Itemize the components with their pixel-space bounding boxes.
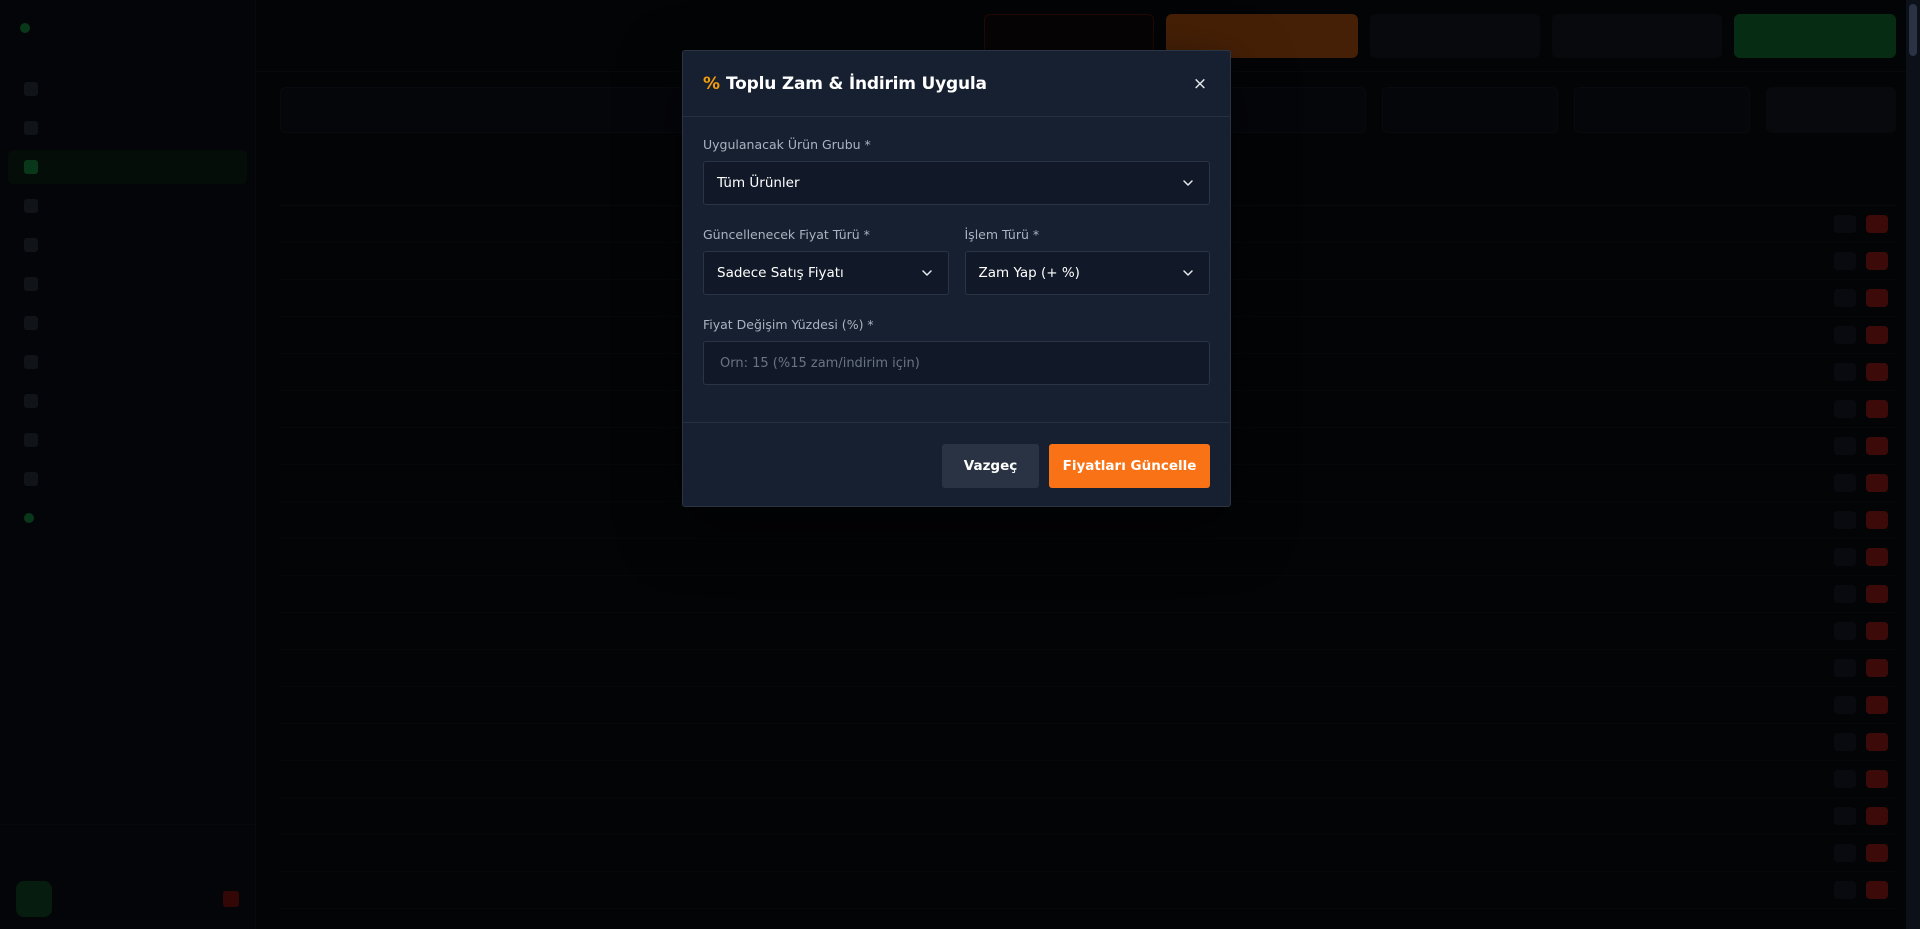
product-group-field: Uygulanacak Ürün Grubu * Tüm Ürünler bbox=[703, 137, 1210, 205]
operation-type-value: Zam Yap (+ %) bbox=[978, 265, 1080, 281]
price-options-row: Güncellenecek Fiyat Türü * Sadece Satış … bbox=[703, 227, 1210, 295]
chevron-down-icon bbox=[921, 270, 932, 276]
price-type-field: Güncellenecek Fiyat Türü * Sadece Satış … bbox=[703, 227, 949, 295]
modal-footer: Vazgeç Fiyatları Güncelle bbox=[683, 422, 1230, 508]
operation-type-select[interactable]: Zam Yap (+ %) bbox=[964, 251, 1210, 295]
update-prices-button[interactable]: Fiyatları Güncelle bbox=[1049, 443, 1210, 488]
page-scrollbar[interactable] bbox=[1906, 0, 1920, 929]
percentage-label: Fiyat Değişim Yüzdesi (%) * bbox=[703, 317, 874, 332]
percentage-field: Fiyat Değişim Yüzdesi (%) * bbox=[703, 317, 1210, 385]
close-button[interactable]: × bbox=[1190, 74, 1210, 94]
modal-title: Toplu Zam & İndirim Uygula bbox=[726, 73, 987, 94]
price-type-select[interactable]: Sadece Satış Fiyatı bbox=[703, 251, 949, 295]
operation-type-label: İşlem Türü * bbox=[964, 227, 1040, 242]
product-group-label: Uygulanacak Ürün Grubu * bbox=[703, 137, 871, 152]
scrollbar-thumb[interactable] bbox=[1909, 4, 1917, 56]
product-group-value: Tüm Ürünler bbox=[717, 175, 800, 191]
operation-type-field: İşlem Türü * Zam Yap (+ %) bbox=[964, 227, 1210, 295]
price-type-value: Sadece Satış Fiyatı bbox=[717, 265, 844, 281]
product-group-select[interactable]: Tüm Ürünler bbox=[703, 161, 1210, 205]
percent-icon: % bbox=[703, 73, 721, 94]
price-type-label: Güncellenecek Fiyat Türü * bbox=[703, 227, 870, 242]
bulk-price-modal: % Toplu Zam & İndirim Uygula × Uygulanac… bbox=[682, 50, 1231, 507]
chevron-down-icon bbox=[1183, 180, 1193, 186]
modal-body: Uygulanacak Ürün Grubu * Tüm Ürünler Gün… bbox=[683, 117, 1230, 385]
modal-header: % Toplu Zam & İndirim Uygula × bbox=[683, 51, 1230, 117]
chevron-down-icon bbox=[1183, 270, 1193, 276]
percentage-input[interactable] bbox=[703, 341, 1210, 385]
cancel-button[interactable]: Vazgeç bbox=[942, 443, 1039, 488]
